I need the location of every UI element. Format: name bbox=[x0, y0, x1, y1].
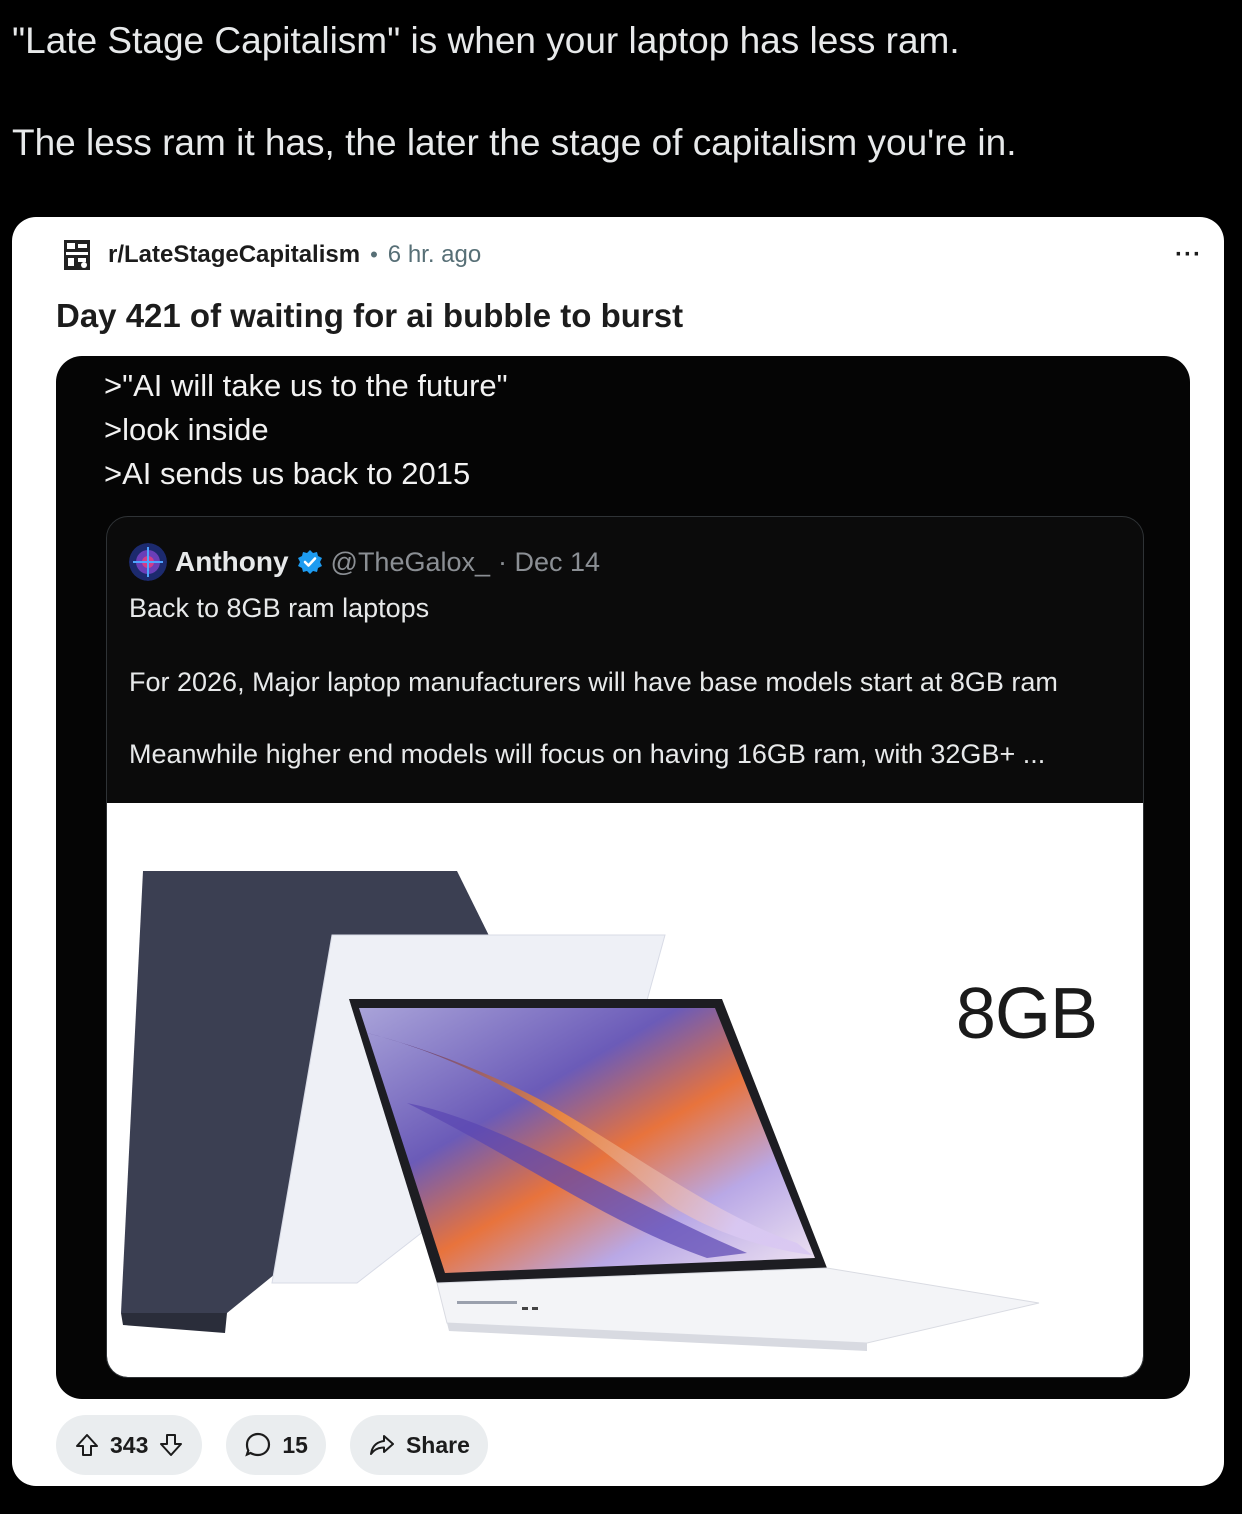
greentext-line: >look inside bbox=[104, 412, 269, 447]
upvote-icon[interactable] bbox=[74, 1432, 100, 1458]
post-time: 6 hr. ago bbox=[387, 241, 482, 268]
comments-button[interactable]: 15 bbox=[226, 1415, 326, 1475]
subreddit-name[interactable]: r/LateStageCapitalism bbox=[108, 241, 360, 269]
laptop-image: 8GB bbox=[107, 803, 1143, 1377]
embedded-tweet: Anthony @TheGalox_ · Dec 14 Back to 8GB … bbox=[106, 516, 1144, 1378]
share-label: Share bbox=[405, 1431, 470, 1458]
greentext-block: >"AI will take us to the future" >look i… bbox=[104, 364, 508, 496]
share-icon bbox=[369, 1435, 394, 1455]
embedded-avatar-icon bbox=[129, 543, 167, 581]
greentext-line: >AI sends us back to 2015 bbox=[104, 456, 471, 491]
reddit-post-card[interactable]: r/LateStageCapitalism • 6 hr. ago ··· Da… bbox=[12, 217, 1224, 1486]
embedded-tweet-header: Anthony @TheGalox_ · Dec 14 bbox=[129, 543, 600, 581]
post-header: r/LateStageCapitalism • 6 hr. ago bbox=[56, 234, 482, 276]
post-media[interactable]: >"AI will take us to the future" >look i… bbox=[56, 356, 1190, 1399]
vote-pill: 343 bbox=[56, 1415, 203, 1475]
comment-icon bbox=[245, 1432, 271, 1457]
tweet-line-1: "Late Stage Capitalism" is when your lap… bbox=[12, 20, 960, 61]
laptops-illustration bbox=[121, 871, 1040, 1351]
more-options-button[interactable]: ··· bbox=[1175, 241, 1202, 269]
greentext-line: >"AI will take us to the future" bbox=[104, 368, 508, 403]
post-actions: 343 15 Share bbox=[56, 1415, 488, 1475]
verified-badge-icon bbox=[297, 550, 322, 574]
embedded-tweet-line: Back to 8GB ram laptops bbox=[129, 593, 430, 623]
post-title[interactable]: Day 421 of waiting for ai bubble to burs… bbox=[56, 297, 683, 335]
embedded-tweet-line: Meanwhile higher end models will focus o… bbox=[129, 739, 1046, 769]
header-separator: • bbox=[370, 242, 378, 267]
embedded-tweet-date: · Dec 14 bbox=[498, 546, 601, 577]
share-button[interactable]: Share bbox=[349, 1415, 488, 1475]
subreddit-avatar-icon[interactable] bbox=[56, 234, 98, 276]
embedded-author-name: Anthony bbox=[175, 546, 289, 577]
embedded-tweet-line: For 2026, Major laptop manufacturers wil… bbox=[129, 667, 1058, 697]
downvote-icon[interactable] bbox=[158, 1432, 184, 1458]
ram-size-label: 8GB bbox=[955, 974, 1098, 1054]
vote-count: 343 bbox=[110, 1431, 149, 1458]
embedded-author-handle: @TheGalox_ bbox=[330, 546, 491, 577]
comment-count: 15 bbox=[282, 1431, 308, 1458]
tweet-line-2: The less ram it has, the later the stage… bbox=[12, 122, 1017, 163]
